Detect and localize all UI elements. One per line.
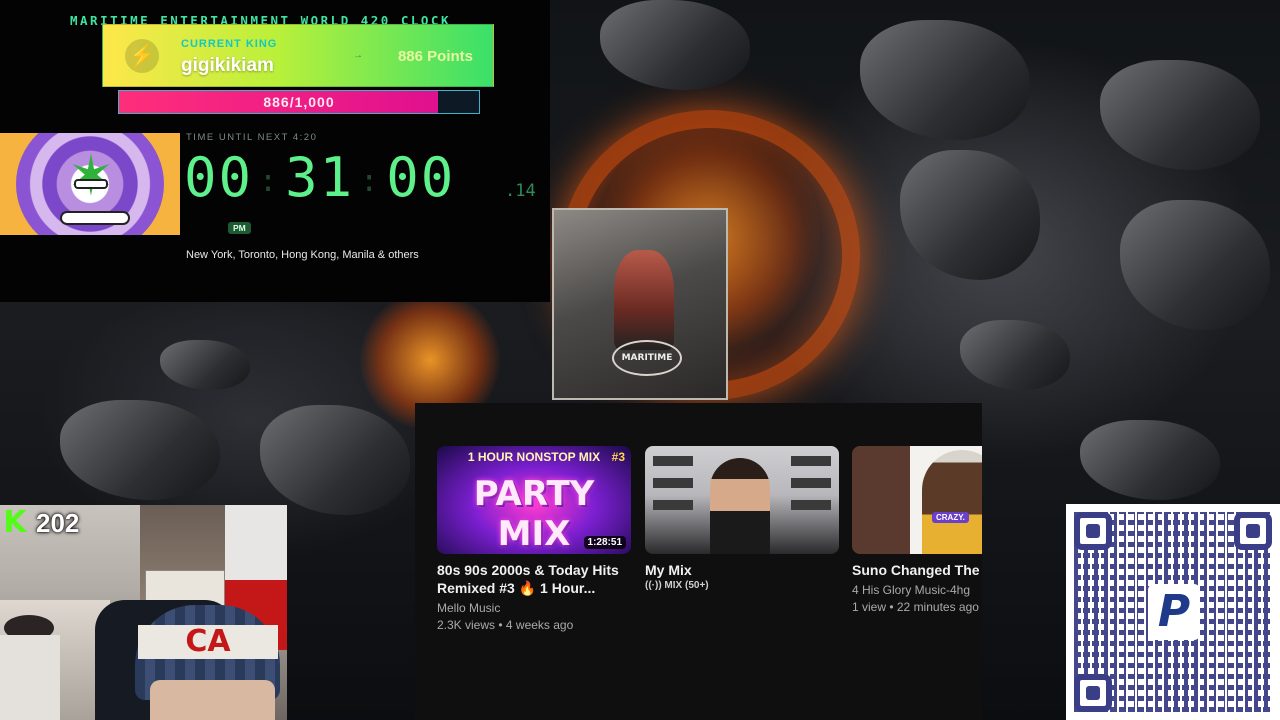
kick-icon: K: [3, 505, 27, 540]
current-king-label: CURRENT KING: [181, 38, 278, 50]
current-king-banner: ⚡ CURRENT KING gigikikiam → 886 Points: [102, 24, 494, 87]
video-card[interactable]: CRAZY. Suno Changed The G 4 His Glory Mu…: [852, 446, 982, 616]
poster-figure: [614, 250, 674, 350]
time-separator: :: [360, 163, 381, 199]
asteroid: [1100, 60, 1260, 170]
cities-text: New York, Toronto, Hong Kong, Manila & o…: [186, 249, 419, 261]
weed-mascot-image: ✶: [0, 133, 180, 235]
video-title[interactable]: Suno Changed The G: [852, 561, 982, 579]
king-points: 886 Points: [397, 48, 473, 65]
webcam-arm: [0, 635, 60, 720]
video-thumbnail[interactable]: CRAZY.: [852, 446, 982, 554]
channel-name[interactable]: Mello Music: [437, 600, 631, 617]
mix-subtitle: ((·)) MIX (50+): [645, 580, 709, 591]
paypal-icon: P: [1148, 584, 1200, 640]
asteroid: [1080, 420, 1220, 500]
countdown-minutes: 31: [285, 146, 355, 209]
asteroid: [860, 20, 1030, 140]
poster-stamp: MARITIME: [612, 340, 682, 376]
thumbnail-tag: CRAZY.: [932, 512, 969, 523]
thumbnail-person: [922, 450, 982, 554]
ampm-badge: PM: [228, 222, 251, 234]
video-title[interactable]: My Mix: [645, 561, 839, 579]
clock-widget: MARITIME ENTERTAINMENT WORLD 420 CLOCK ⚡…: [0, 0, 550, 302]
asteroid: [600, 0, 750, 90]
countdown-fraction: .14: [505, 181, 536, 201]
thumbnail-person: [710, 458, 770, 554]
thumbnail-tag: #3: [611, 450, 625, 464]
qr-finder-mark: [1074, 674, 1112, 712]
leaf-icon: ✶: [67, 144, 115, 207]
countdown-seconds: 00: [386, 146, 456, 209]
lightning-icon: ⚡: [125, 39, 159, 73]
asteroid: [160, 340, 250, 390]
video-card[interactable]: My Mix ((·)) MIX (50+): [645, 446, 839, 591]
qr-finder-mark: [1074, 512, 1112, 550]
thumbnail-shoe-wall: [791, 456, 831, 516]
video-card[interactable]: 1 HOUR NONSTOP MIX #3 PARTY MIX 1:28:51 …: [437, 446, 631, 634]
asteroid: [1120, 200, 1270, 330]
arrow-icon: →: [353, 50, 363, 61]
asteroid: [260, 405, 410, 515]
paypal-qr-code: P: [1066, 504, 1280, 720]
video-thumbnail[interactable]: 1 HOUR NONSTOP MIX #3 PARTY MIX 1:28:51: [437, 446, 631, 554]
asteroid: [900, 150, 1040, 280]
viewer-count-badge: K 202: [0, 505, 87, 541]
video-duration: 1:28:51: [583, 536, 626, 549]
asteroid: [60, 400, 220, 500]
mascot-feet: [60, 211, 130, 225]
channel-name[interactable]: 4 His Glory Music-4hg: [852, 582, 982, 599]
countdown-timer: 00:31:00: [184, 146, 455, 209]
webcam-face: [150, 680, 275, 720]
current-king-name: gigikikiam: [181, 55, 274, 76]
video-title[interactable]: 80s 90s 2000s & Today Hits Remixed #3 🔥 …: [437, 561, 631, 597]
poster-image: MARITIME: [552, 208, 728, 400]
webcam-beanie-band: CA: [138, 625, 278, 659]
countdown-hours: 00: [184, 146, 254, 209]
video-stats: 2.3K views • 4 weeks ago: [437, 618, 574, 632]
viewer-count: 202: [36, 507, 80, 538]
countdown-label: TIME UNTIL NEXT 4:20: [186, 132, 318, 143]
mascot-eyes: [74, 179, 108, 189]
video-stats: 1 view • 22 minutes ago: [852, 600, 979, 614]
webcam-fridge: [225, 505, 287, 585]
asteroid: [960, 320, 1070, 390]
time-separator: :: [259, 163, 280, 199]
thumbnail-shoe-wall: [653, 456, 693, 516]
video-thumbnail[interactable]: [645, 446, 839, 554]
thumbnail-top-text: 1 HOUR NONSTOP MIX: [467, 450, 601, 464]
youtube-recommendations: 1 HOUR NONSTOP MIX #3 PARTY MIX 1:28:51 …: [415, 403, 982, 720]
qr-finder-mark: [1234, 512, 1272, 550]
points-progress-bar: 886/1,000: [118, 90, 480, 114]
progress-text: 886/1,000: [263, 94, 335, 110]
